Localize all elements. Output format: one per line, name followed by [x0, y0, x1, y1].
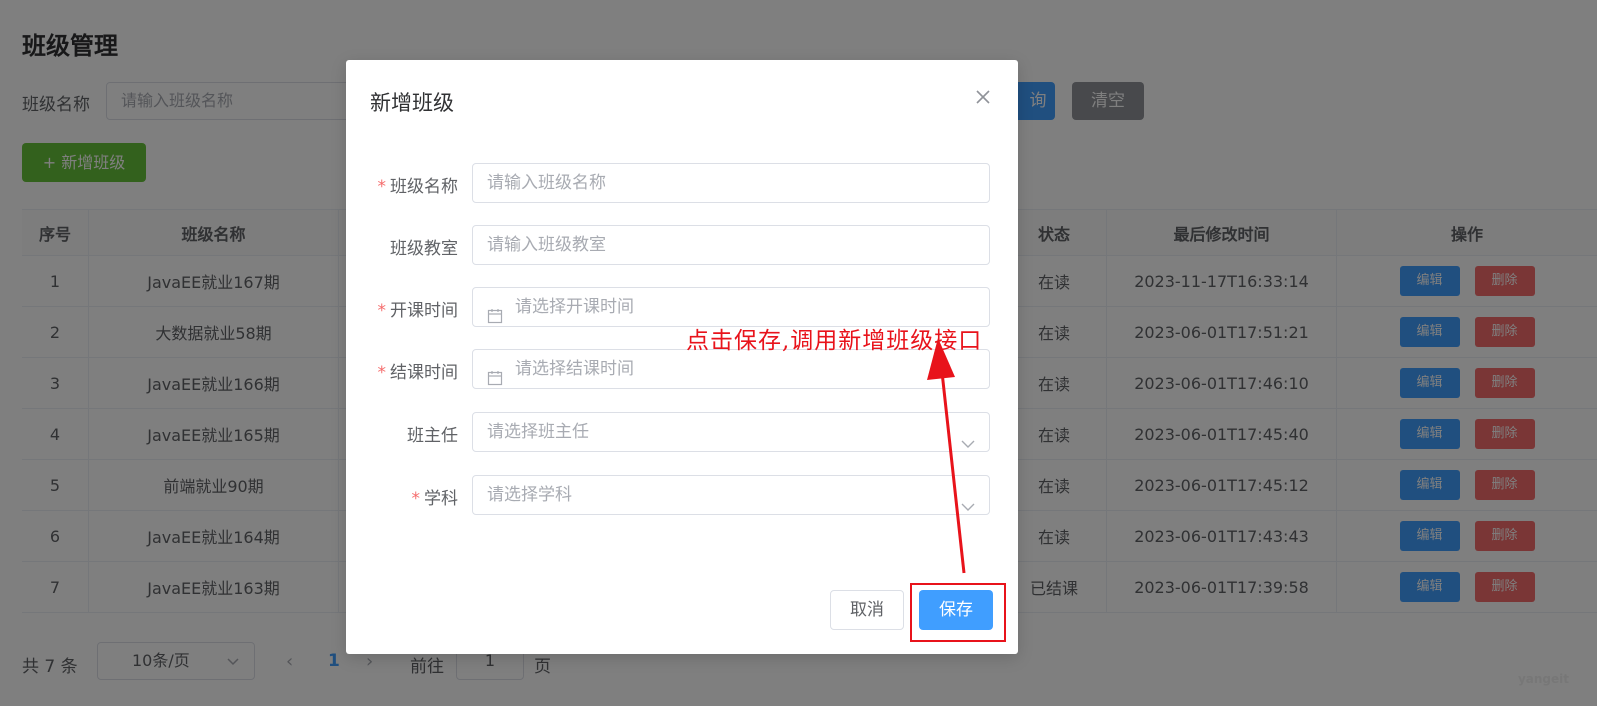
room-label: 班级教室 [390, 239, 458, 259]
annotation-text: 点击保存,调用新增班级接口 [686, 328, 983, 354]
end-date-placeholder: 请选择结课时间 [515, 359, 634, 379]
form-item-room: 班级教室 请输入班级教室 [346, 225, 1018, 265]
calendar-icon [487, 300, 503, 324]
required-mark: * [411, 489, 421, 509]
class-room-input[interactable]: 请输入班级教室 [472, 225, 990, 265]
save-highlight-box [910, 583, 1006, 642]
form-item-end: * 结课时间 请选择结课时间 [346, 349, 1018, 389]
chevron-down-icon [961, 489, 975, 511]
required-mark: * [377, 177, 387, 197]
head-teacher-select[interactable]: 请选择班主任 [472, 412, 990, 452]
cancel-button[interactable]: 取消 [830, 590, 904, 630]
form-item-name: * 班级名称 请输入班级名称 [346, 163, 1018, 203]
subject-select[interactable]: 请选择学科 [472, 475, 990, 515]
subject-placeholder: 请选择学科 [487, 485, 572, 505]
form-item-subject: * 学科 请选择学科 [346, 475, 1018, 515]
class-name-input[interactable]: 请输入班级名称 [472, 163, 990, 203]
end-label: * 结课时间 [377, 363, 459, 383]
subject-label: * 学科 [411, 489, 459, 509]
required-mark: * [377, 363, 387, 383]
form-item-master: 班主任 请选择班主任 [346, 412, 1018, 452]
close-icon[interactable] [974, 88, 992, 106]
head-teacher-placeholder: 请选择班主任 [487, 422, 589, 442]
master-label: 班主任 [407, 426, 458, 446]
calendar-icon [487, 362, 503, 386]
chevron-down-icon [961, 426, 975, 448]
add-class-dialog: 新增班级 * 班级名称 请输入班级名称 班级教室 请输入班级教室 * 开课时间 请选… [346, 60, 1018, 654]
start-date-placeholder: 请选择开课时间 [515, 297, 634, 317]
required-mark: * [377, 301, 387, 321]
dialog-title: 新增班级 [370, 91, 454, 115]
name-label: * 班级名称 [377, 177, 459, 197]
start-label: * 开课时间 [377, 301, 459, 321]
end-date-picker[interactable]: 请选择结课时间 [472, 349, 990, 389]
